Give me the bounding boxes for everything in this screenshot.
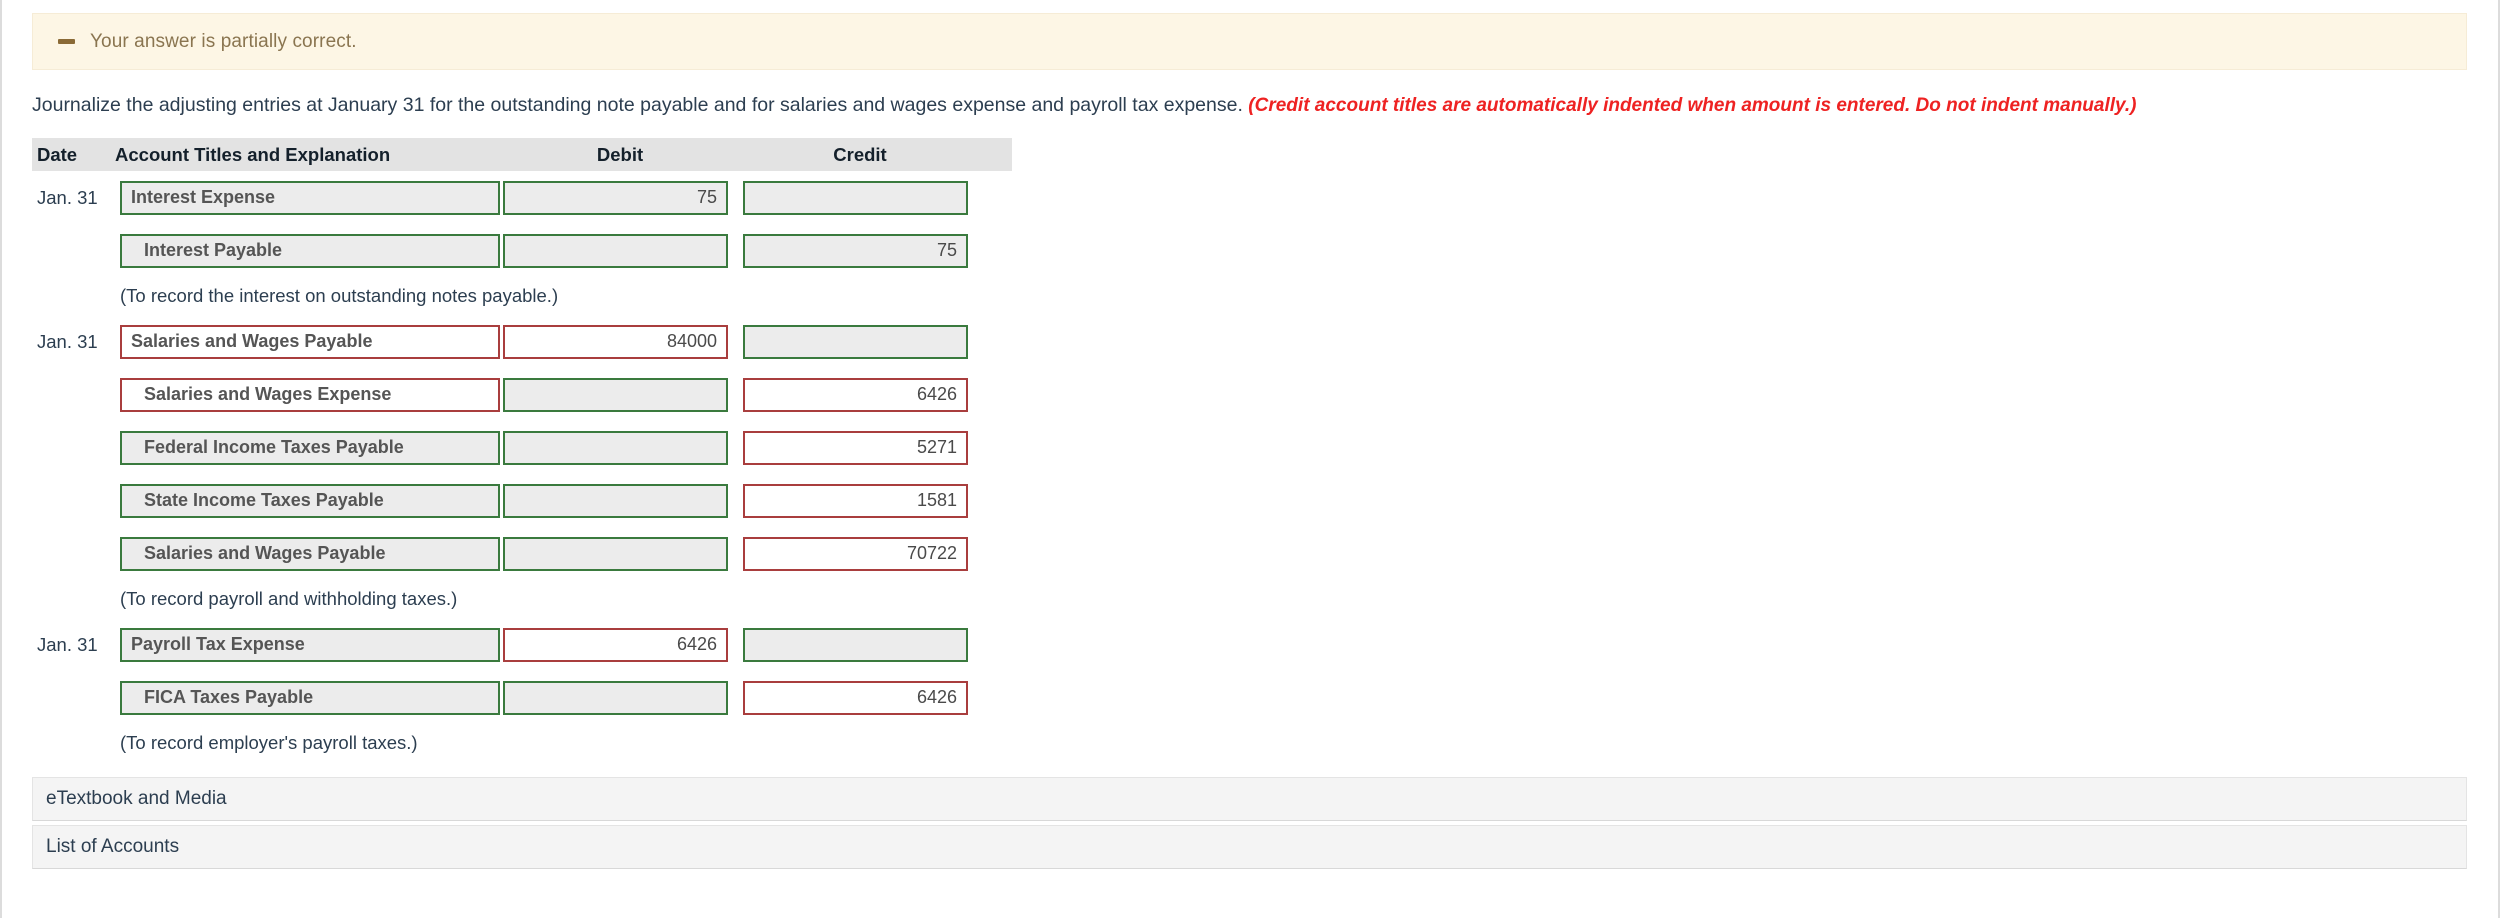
account-title-input[interactable]: Salaries and Wages Payable: [120, 536, 500, 571]
debit-amount-input[interactable]: [503, 233, 728, 268]
minus-icon: [53, 29, 79, 55]
table-row: Interest Payable 75: [32, 224, 1012, 277]
account-cell: Interest Expense: [115, 180, 500, 215]
debit-amount-input[interactable]: 84000: [503, 324, 728, 359]
account-title-input[interactable]: Interest Payable: [120, 233, 500, 268]
account-title-input[interactable]: Salaries and Wages Payable: [120, 324, 500, 359]
credit-amount-input[interactable]: 1581: [743, 483, 968, 518]
debit-amount-input[interactable]: [503, 377, 728, 412]
column-header-account: Account Titles and Explanation: [115, 143, 391, 165]
column-header-date: Date: [37, 143, 78, 165]
debit-amount-input[interactable]: [503, 536, 728, 571]
entry-explanation-text: (To record employer's payroll taxes.): [120, 732, 418, 753]
table-row: FICA Taxes Payable 6426: [32, 671, 1012, 724]
entry-explanation-row: (To record the interest on outstanding n…: [32, 277, 1012, 315]
debit-cell: [500, 680, 740, 715]
exercise-page: Your answer is partially correct. Journa…: [0, 0, 2500, 918]
debit-amount-input[interactable]: 6426: [503, 627, 728, 662]
entry-date: Jan. 31: [37, 633, 98, 655]
table-body: Jan. 31 Interest Expense 75 Interest Payabl…: [32, 171, 1012, 762]
resource-bars: eTextbook and Media List of Accounts: [32, 777, 2467, 873]
debit-cell: 75: [500, 180, 740, 215]
credit-cell: 1581: [740, 483, 980, 518]
table-row: Jan. 31 Interest Expense 75: [32, 171, 1012, 224]
etextbook-and-media-label: eTextbook and Media: [46, 788, 227, 809]
debit-cell: [500, 430, 740, 465]
account-cell: Salaries and Wages Payable: [115, 324, 500, 359]
table-row: State Income Taxes Payable 1581: [32, 474, 1012, 527]
table-row: Jan. 31 Payroll Tax Expense 6426: [32, 618, 1012, 671]
entry-explanation-row: (To record employer's payroll taxes.): [32, 724, 1012, 762]
table-row: Jan. 31 Salaries and Wages Payable 84000: [32, 315, 1012, 368]
debit-amount-input[interactable]: 75: [503, 180, 728, 215]
debit-cell: [500, 233, 740, 268]
credit-amount-input[interactable]: 75: [743, 233, 968, 268]
instruction-text: Journalize the adjusting entries at Janu…: [32, 92, 2137, 119]
table-row: Federal Income Taxes Payable 5271: [32, 421, 1012, 474]
account-cell: Federal Income Taxes Payable: [115, 430, 500, 465]
account-cell: FICA Taxes Payable: [115, 680, 500, 715]
debit-cell: [500, 536, 740, 571]
list-of-accounts-bar[interactable]: List of Accounts: [32, 825, 2467, 869]
account-title-input[interactable]: Interest Expense: [120, 180, 500, 215]
column-header-debit: Debit: [596, 143, 644, 165]
credit-amount-input[interactable]: [743, 627, 968, 662]
account-cell: State Income Taxes Payable: [115, 483, 500, 518]
list-of-accounts-label: List of Accounts: [46, 836, 180, 857]
entry-explanation-row: (To record payroll and withholding taxes…: [32, 580, 1012, 618]
account-cell: Salaries and Wages Payable: [115, 536, 500, 571]
credit-cell: 6426: [740, 377, 980, 412]
entry-date: Jan. 31: [37, 186, 98, 208]
account-title-input[interactable]: State Income Taxes Payable: [120, 483, 500, 518]
table-row: Salaries and Wages Expense 6426: [32, 368, 1012, 421]
credit-amount-input[interactable]: [743, 180, 968, 215]
credit-cell: 6426: [740, 680, 980, 715]
debit-amount-input[interactable]: [503, 680, 728, 715]
credit-amount-input[interactable]: 6426: [743, 680, 968, 715]
entry-explanation-text: (To record the interest on outstanding n…: [120, 285, 559, 306]
credit-cell: 75: [740, 233, 980, 268]
debit-cell: 6426: [500, 627, 740, 662]
credit-cell: [740, 627, 980, 662]
credit-cell: [740, 180, 980, 215]
account-title-input[interactable]: Payroll Tax Expense: [120, 627, 500, 662]
credit-amount-input[interactable]: 6426: [743, 377, 968, 412]
account-title-input[interactable]: Federal Income Taxes Payable: [120, 430, 500, 465]
debit-cell: [500, 377, 740, 412]
credit-amount-input[interactable]: 5271: [743, 430, 968, 465]
account-cell: Interest Payable: [115, 233, 500, 268]
entry-explanation-text: (To record payroll and withholding taxes…: [120, 588, 458, 609]
credit-cell: 5271: [740, 430, 980, 465]
credit-cell: 70722: [740, 536, 980, 571]
journal-entry-table: Date Account Titles and Explanation Debi…: [32, 138, 1012, 762]
table-header-row: Date Account Titles and Explanation Debi…: [32, 138, 1012, 171]
instruction-note: (Credit account titles are automatically…: [1248, 95, 2137, 116]
account-title-input[interactable]: Salaries and Wages Expense: [120, 377, 500, 412]
debit-amount-input[interactable]: [503, 483, 728, 518]
credit-amount-input[interactable]: 70722: [743, 536, 968, 571]
debit-cell: [500, 483, 740, 518]
status-banner: Your answer is partially correct.: [32, 13, 2467, 70]
column-header-credit: Credit: [833, 143, 887, 165]
credit-amount-input[interactable]: [743, 324, 968, 359]
instruction-main: Journalize the adjusting entries at Janu…: [32, 94, 1249, 116]
debit-amount-input[interactable]: [503, 430, 728, 465]
table-row: Salaries and Wages Payable 70722: [32, 527, 1012, 580]
account-title-input[interactable]: FICA Taxes Payable: [120, 680, 500, 715]
account-cell: Salaries and Wages Expense: [115, 377, 500, 412]
status-banner-message: Your answer is partially correct.: [90, 30, 357, 52]
account-cell: Payroll Tax Expense: [115, 627, 500, 662]
entry-date: Jan. 31: [37, 330, 98, 352]
credit-cell: [740, 324, 980, 359]
debit-cell: 84000: [500, 324, 740, 359]
etextbook-and-media-bar[interactable]: eTextbook and Media: [32, 777, 2467, 821]
